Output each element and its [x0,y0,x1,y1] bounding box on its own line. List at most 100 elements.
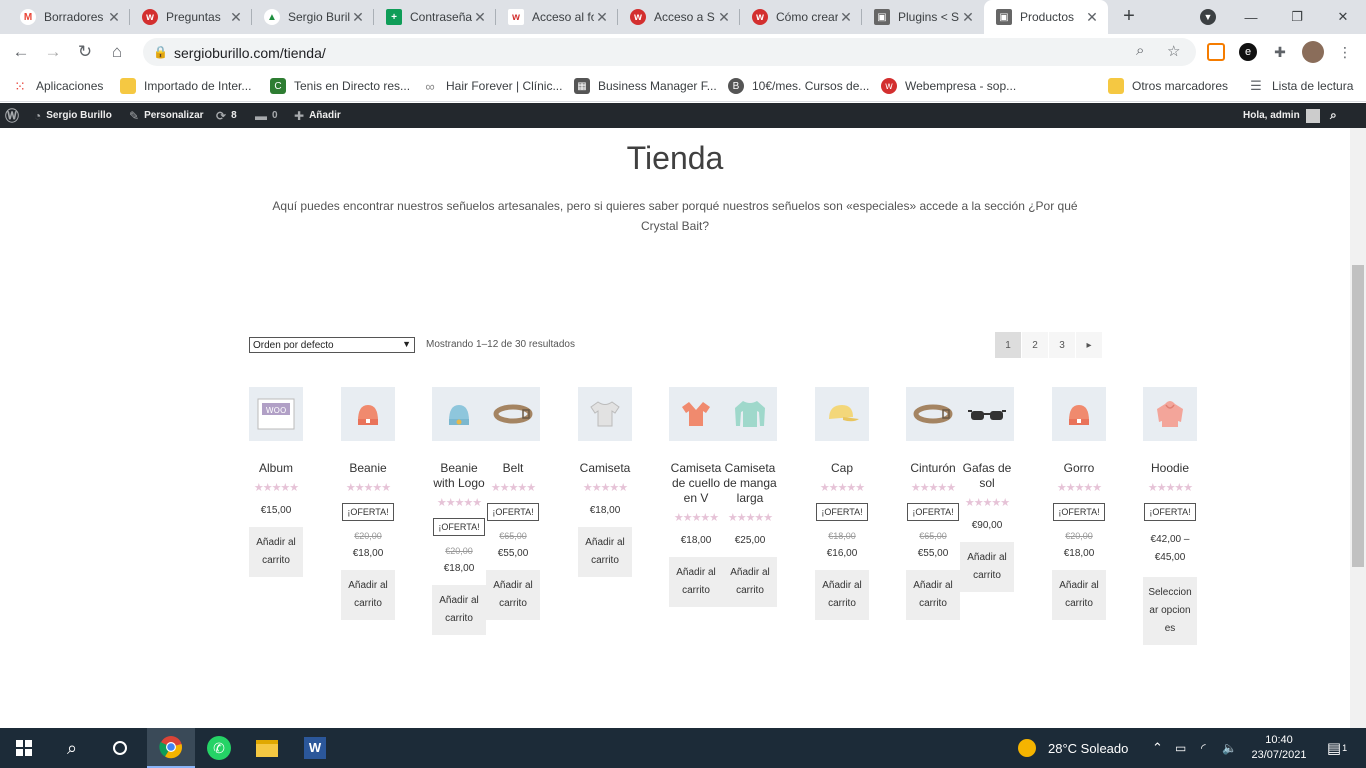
product-title[interactable]: Camiseta de manga larga [723,461,777,506]
bookmark-cursos[interactable]: B 10€/mes. Cursos de... [728,77,869,95]
page-scrollbar[interactable] [1350,128,1366,728]
product-image[interactable] [906,387,960,441]
tab-productos[interactable]: ▣ Productos ✕ [984,0,1108,34]
new-tab-button[interactable]: + [1118,5,1140,27]
close-tab-icon[interactable]: ✕ [106,9,122,26]
product-title[interactable]: Gorro [1052,461,1106,476]
product-image[interactable] [341,387,395,441]
close-tab-icon[interactable]: ✕ [838,9,854,26]
add-to-cart-button[interactable]: Añadir al carrito [432,585,486,635]
reading-list-button[interactable]: ☰ Lista de lectura [1248,77,1353,95]
close-tab-icon[interactable]: ✕ [716,9,732,26]
product-image[interactable] [669,387,723,441]
product-title[interactable]: Cap [815,461,869,476]
close-tab-icon[interactable]: ✕ [1084,9,1100,26]
add-to-cart-button[interactable]: Añadir al carrito [486,570,540,620]
updates-link[interactable]: ⟳ 8 [216,103,237,128]
page-3-link[interactable]: 3 [1049,332,1075,358]
show-hidden-icons-button[interactable]: ⌃ [1152,728,1163,768]
product-title[interactable]: Album [249,461,303,476]
minimize-button[interactable]: — [1228,0,1274,34]
product-title[interactable]: Beanie [341,461,395,476]
product-title[interactable]: Belt [486,461,540,476]
bookmark-importado[interactable]: Importado de Inter... [120,77,251,95]
kebab-menu-icon[interactable]: ⋮ [1336,43,1354,61]
add-to-cart-button[interactable]: Añadir al carrito [960,542,1014,592]
extensions-puzzle-icon[interactable]: ✚ [1271,43,1289,61]
add-to-cart-button[interactable]: Añadir al carrito [578,527,632,577]
add-to-cart-button[interactable]: Añadir al carrito [723,557,777,607]
tab-search-button[interactable]: ▼ [1185,0,1231,34]
extension-circle-icon[interactable]: e [1239,43,1257,61]
admin-search-button[interactable]: ⌕ [1330,103,1342,128]
taskbar-whatsapp[interactable]: ✆ [195,728,243,768]
page-2-link[interactable]: 2 [1022,332,1048,358]
start-button[interactable] [0,728,48,768]
bookmark-tenis[interactable]: C Tenis en Directo res... [270,77,410,95]
network-status[interactable]: ◜ [1201,728,1206,768]
select-options-button[interactable]: Seleccionar opciones [1143,577,1197,645]
zoom-search-icon[interactable]: ⌕ [1136,42,1144,59]
tab-contrasenas[interactable]: + Contraseñas ✕ [374,0,496,34]
tab-borradores[interactable]: M Borradores ✕ [8,0,130,34]
home-button[interactable]: ⌂ [105,40,129,64]
close-tab-icon[interactable]: ✕ [960,9,976,26]
product-image[interactable] [486,387,540,441]
close-tab-icon[interactable]: ✕ [350,9,366,26]
maximize-button[interactable]: ❐ [1274,0,1320,34]
product-title[interactable]: Cinturón [906,461,960,476]
product-image[interactable] [815,387,869,441]
wp-logo-button[interactable]: Ⓦ [5,103,24,128]
forward-button[interactable]: → [41,40,65,64]
next-page-link[interactable]: ▸ [1076,332,1102,358]
product-image[interactable] [432,387,486,441]
product-title[interactable]: Beanie with Logo [432,461,486,491]
tab-acceso-s[interactable]: w Acceso a S ✕ [618,0,740,34]
clock[interactable]: 10:40 23/07/2021 [1249,728,1309,768]
taskbar-chrome[interactable] [147,728,195,768]
address-bar[interactable]: 🔒 sergioburillo.com/tienda/ ⌕ ☆ [143,38,1196,66]
scrollbar-thumb[interactable] [1352,265,1364,567]
add-to-cart-button[interactable]: Añadir al carrito [1052,570,1106,620]
bookmark-otros[interactable]: Otros marcadores [1108,77,1228,95]
add-to-cart-button[interactable]: Añadir al carrito [669,557,723,607]
page-1-link[interactable]: 1 [995,332,1021,358]
extension-layout-icon[interactable] [1207,43,1225,61]
add-to-cart-button[interactable]: Añadir al carrito [906,570,960,620]
add-to-cart-button[interactable]: Añadir al carrito [341,570,395,620]
comments-link[interactable]: ▬ 0 [255,103,278,128]
reload-button[interactable]: ↻ [73,40,97,64]
bookmark-star-icon[interactable]: ☆ [1167,42,1180,60]
product-image[interactable] [960,387,1014,441]
product-title[interactable]: Camiseta de cuello en V [669,461,723,506]
notification-center-button[interactable]: ▤ 1 [1322,728,1352,768]
product-image[interactable] [1143,387,1197,441]
tab-sergio-burillo[interactable]: ▲ Sergio Burillo ✕ [252,0,374,34]
close-tab-icon[interactable]: ✕ [472,9,488,26]
bookmark-apps[interactable]: ⁙ Aplicaciones [12,77,103,95]
taskbar-search-button[interactable]: ⌕ [48,728,96,768]
add-new-link[interactable]: ✚ Añadir [294,103,341,128]
product-image[interactable] [578,387,632,441]
product-image[interactable] [1052,387,1106,441]
close-tab-icon[interactable]: ✕ [594,9,610,26]
product-title[interactable]: Hoodie [1143,461,1197,476]
add-to-cart-button[interactable]: Añadir al carrito [815,570,869,620]
tab-plugins[interactable]: ▣ Plugins < S ✕ [862,0,984,34]
tab-preguntas[interactable]: w Preguntas ✕ [130,0,252,34]
profile-avatar[interactable] [1302,41,1324,63]
bookmark-business-manager[interactable]: ▦ Business Manager F... [574,77,717,95]
product-title[interactable]: Gafas de sol [960,461,1014,491]
close-tab-icon[interactable]: ✕ [228,9,244,26]
taskbar-file-explorer[interactable] [243,728,291,768]
orderby-select[interactable]: Orden por defecto ▼ [249,337,415,353]
product-image[interactable] [723,387,777,441]
back-button[interactable]: ← [9,40,33,64]
weather-widget[interactable]: 28°C Soleado [1018,728,1128,768]
bookmark-webempresa[interactable]: w Webempresa - sop... [881,77,1016,95]
volume-control[interactable]: 🔈 [1222,728,1237,768]
customize-link[interactable]: ✎ Personalizar [129,103,204,128]
close-window-button[interactable]: ✕ [1320,0,1366,34]
add-to-cart-button[interactable]: Añadir al carrito [249,527,303,577]
tab-como-crear[interactable]: w Cómo crear ✕ [740,0,862,34]
